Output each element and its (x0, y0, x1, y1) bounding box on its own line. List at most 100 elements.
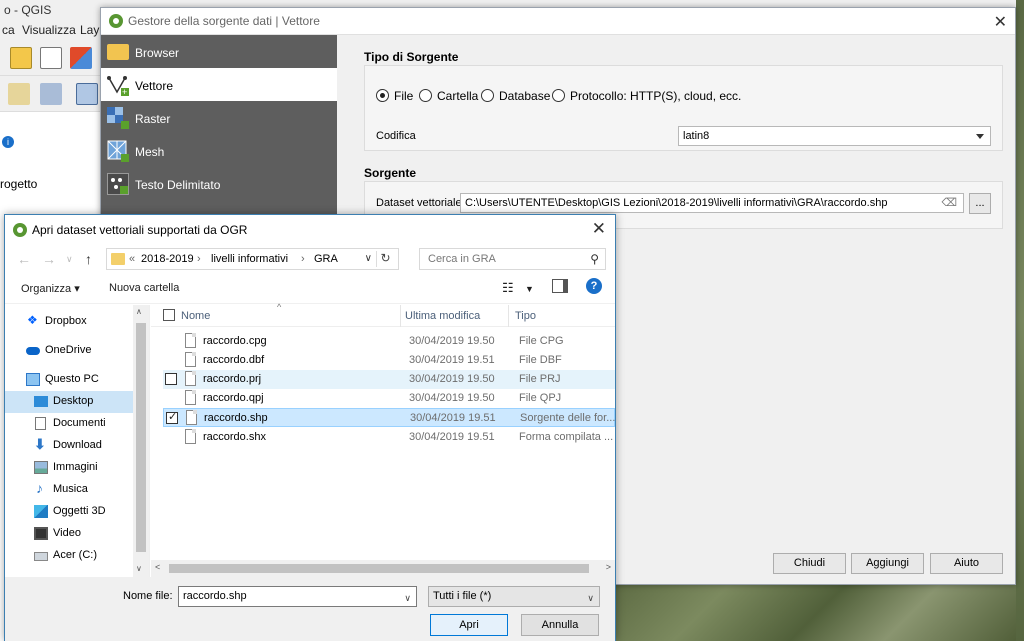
address-bar[interactable]: « 2018-2019 › livelli informativi › GRA … (106, 248, 399, 270)
breadcrumb-item[interactable]: GRA (314, 253, 338, 265)
nav-item-download[interactable]: ⬇ Download (5, 435, 133, 457)
file-type: File CPG (519, 335, 564, 347)
vector-icon[interactable] (76, 83, 98, 105)
menu-item[interactable]: ca (2, 23, 15, 37)
computer-icon (26, 373, 40, 386)
fd-navigation-pane: ❖ Dropbox OneDrive Questo PC Desktop Doc… (5, 305, 150, 577)
select-all-checkbox[interactable] (163, 309, 175, 321)
map-canvas[interactable] (614, 583, 1024, 641)
fd-close-button[interactable]: ✕ (592, 219, 606, 239)
nav-item-dropbox[interactable]: ❖ Dropbox (5, 311, 133, 333)
column-header-type[interactable]: Tipo (515, 310, 536, 322)
layer-icon[interactable] (40, 83, 62, 105)
file-name: raccordo.qpj (203, 392, 264, 404)
scroll-up-icon[interactable]: ∧ (136, 307, 142, 316)
style-manager-icon[interactable] (70, 47, 92, 69)
map-canvas-edge[interactable] (1016, 0, 1024, 641)
refresh-icon[interactable]: ↻ (376, 251, 394, 267)
nav-item-desktop[interactable]: Desktop (5, 391, 133, 413)
sidebar-item-raster[interactable]: Raster (101, 101, 337, 134)
file-row-hover[interactable]: raccordo.prj 30/04/2019 19.50 File PRJ (163, 370, 615, 389)
nav-item-video[interactable]: Video (5, 523, 133, 545)
file-icon (185, 390, 196, 405)
file-row[interactable]: raccordo.shx 30/04/2019 19.51 Forma comp… (163, 428, 615, 447)
print-layout-icon[interactable] (40, 47, 62, 69)
browse-button[interactable]: ... (969, 193, 991, 214)
row-checkbox-checked[interactable] (166, 410, 178, 424)
file-list-hscrollbar[interactable]: < > (151, 560, 615, 577)
scroll-right-icon[interactable]: > (606, 562, 611, 572)
nav-item-acer-c[interactable]: Acer (C:) (5, 545, 133, 567)
column-separator[interactable] (400, 305, 401, 327)
nav-item-label: Download (53, 439, 102, 451)
breadcrumb-overflow[interactable]: « (129, 253, 135, 265)
column-header-name[interactable]: Nome (181, 310, 210, 322)
scrollbar-thumb[interactable] (136, 323, 146, 552)
file-type: File DBF (519, 354, 562, 366)
search-input[interactable]: Cerca in GRA ⚲ (419, 248, 606, 270)
recent-chevron-icon[interactable]: ∨ (66, 254, 73, 265)
file-row-selected[interactable]: raccordo.shp 30/04/2019 19.51 Sorgente d… (163, 408, 615, 427)
nav-item-musica[interactable]: ♪ Musica (5, 479, 133, 501)
row-checkbox[interactable] (165, 373, 177, 385)
breadcrumb-item[interactable]: 2018-2019 (141, 253, 194, 265)
file-modified: 30/04/2019 19.51 (410, 412, 496, 424)
column-header-modified[interactable]: Ultima modifica (405, 310, 480, 322)
nav-item-oggetti-3d[interactable]: Oggetti 3D (5, 501, 133, 523)
back-arrow-icon[interactable]: ← (17, 251, 31, 267)
scroll-left-icon[interactable]: < (155, 562, 160, 572)
scroll-down-icon[interactable]: ∨ (136, 564, 142, 573)
column-separator[interactable] (508, 305, 509, 327)
breadcrumb-item[interactable]: livelli informativi (211, 253, 288, 265)
up-arrow-icon[interactable]: ↑ (85, 251, 92, 267)
download-icon: ⬇ (34, 436, 46, 452)
chevron-down-icon[interactable]: ∨ (365, 253, 372, 264)
organize-button[interactable]: Organizza ▾ (21, 282, 80, 295)
nav-item-questo-pc[interactable]: Questo PC (5, 369, 133, 391)
preview-pane-icon[interactable] (552, 279, 568, 293)
help-icon[interactable]: ? (586, 278, 602, 294)
menu-item[interactable]: Lay (80, 23, 99, 37)
file-row[interactable]: raccordo.qpj 30/04/2019 19.50 File QPJ (163, 389, 615, 408)
file-row[interactable]: raccordo.dbf 30/04/2019 19.51 File DBF (163, 351, 615, 370)
file-name: raccordo.dbf (203, 354, 265, 366)
fd-titlebar: Apri dataset vettoriali supportati da OG… (5, 215, 615, 244)
nav-item-documenti[interactable]: Documenti (5, 413, 133, 435)
file-row[interactable]: raccordo.cpg 30/04/2019 19.50 File CPG (163, 332, 615, 351)
filename-label: Nome file: (123, 590, 173, 602)
close-button[interactable]: Chiudi (773, 553, 846, 574)
scrollbar-thumb[interactable] (169, 564, 589, 573)
sidebar-item-browser[interactable]: Browser (101, 35, 337, 68)
view-chevron-icon[interactable]: ▼ (525, 284, 534, 294)
digitize-icon[interactable] (8, 83, 30, 105)
info-icon: i (2, 136, 14, 148)
nav-item-label: Documenti (53, 417, 106, 429)
open-button[interactable]: Apri (430, 614, 508, 636)
nav-scrollbar[interactable]: ∧ ∨ (133, 305, 149, 577)
view-options-icon[interactable]: ☷ (502, 280, 514, 296)
dsm-close-button[interactable]: ✕ (994, 12, 1007, 32)
nav-item-label: Questo PC (45, 373, 99, 385)
sidebar-item-vettore[interactable]: + Vettore (101, 68, 337, 101)
clear-icon[interactable]: ⌫ (938, 196, 957, 209)
new-project-icon[interactable] (10, 47, 32, 69)
nav-item-onedrive[interactable]: OneDrive (5, 340, 133, 362)
dataset-path-field[interactable]: C:\Users\UTENTE\Desktop\GIS Lezioni\2018… (460, 193, 964, 213)
new-folder-button[interactable]: Nuova cartella (109, 282, 179, 294)
sidebar-item-mesh[interactable]: Mesh (101, 134, 337, 167)
nav-item-immagini[interactable]: Immagini (5, 457, 133, 479)
dataset-label: Dataset vettoriale (376, 197, 462, 209)
menu-item-visualizza[interactable]: Visualizza (22, 23, 76, 37)
forward-arrow-icon[interactable]: → (42, 251, 56, 267)
cancel-button[interactable]: Annulla (521, 614, 599, 636)
add-button[interactable]: Aggiungi (851, 553, 924, 574)
chevron-down-icon[interactable]: ∨ (404, 593, 411, 604)
drive-icon (34, 552, 48, 561)
encoding-combo[interactable]: latin8 (678, 126, 991, 146)
qgis-logo-icon (13, 223, 27, 237)
sidebar-item-testo-delimitato[interactable]: Testo Delimitato (101, 167, 337, 200)
help-button[interactable]: Aiuto (930, 553, 1003, 574)
filetype-select[interactable]: Tutti i file (*) ∨ (428, 586, 600, 607)
chevron-down-icon: ∨ (587, 593, 594, 603)
filename-input[interactable]: raccordo.shp ∨ (178, 586, 417, 607)
